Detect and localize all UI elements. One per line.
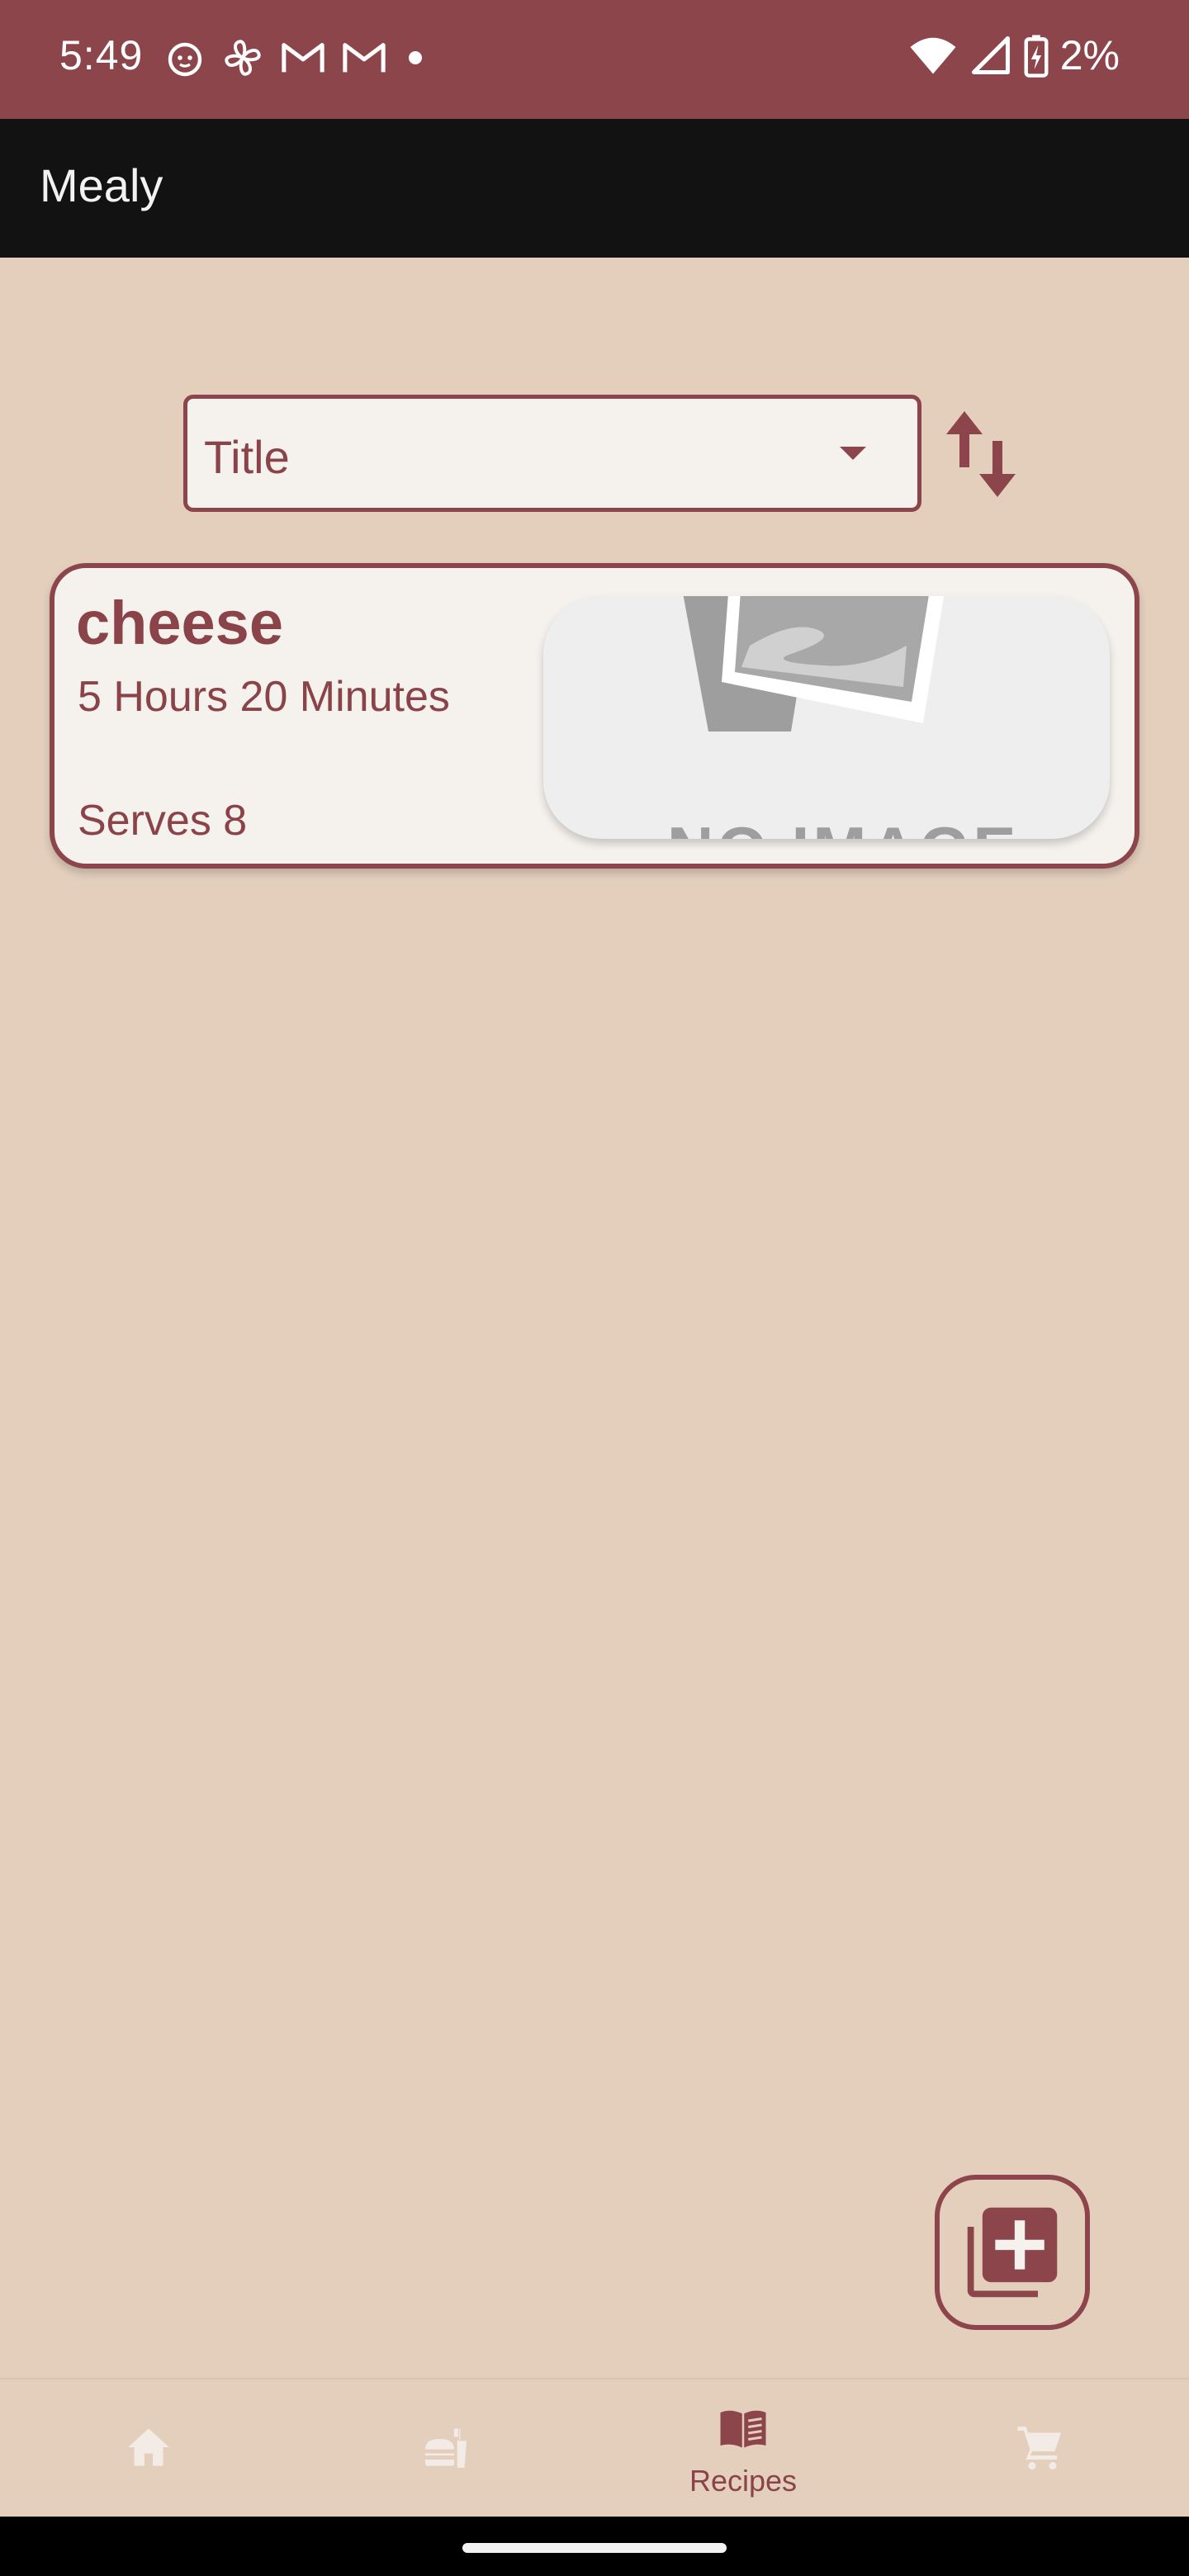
- cart-icon: [1017, 2427, 1061, 2469]
- recipes-book-icon: [720, 2410, 766, 2448]
- recipe-image-placeholder: NO IMAGE: [543, 596, 1110, 839]
- home-gesture-handle[interactable]: [462, 2543, 727, 2553]
- signal-icon: [971, 36, 1010, 74]
- meals-icon: [425, 2428, 467, 2468]
- dot-icon: [409, 51, 422, 64]
- library-add-icon: [967, 2207, 1058, 2298]
- dropdown-caret-icon: [840, 447, 866, 460]
- wifi-icon: [910, 37, 956, 74]
- status-bar: 5:49 2%: [0, 0, 1189, 119]
- battery-charging-icon: [1024, 35, 1049, 78]
- bottom-navigation: Recipes: [0, 2378, 1189, 2517]
- fan-notification-icon: [225, 40, 261, 76]
- nav-recipes-label: Recipes: [689, 2464, 798, 2498]
- nav-meals[interactable]: [297, 2379, 594, 2518]
- gmail-icon: [282, 43, 324, 73]
- home-icon: [128, 2428, 169, 2466]
- app-title: Mealy: [40, 159, 163, 211]
- recipe-time: 5 Hours 20 Minutes: [78, 673, 450, 721]
- nav-home[interactable]: [0, 2379, 297, 2518]
- face-notification-icon: [168, 42, 202, 77]
- gmail-icon: [343, 43, 386, 73]
- recipe-serves: Serves 8: [78, 797, 248, 845]
- sort-dropdown-value: Title: [204, 431, 290, 483]
- notification-icons: [165, 36, 428, 79]
- recipe-title: cheese: [76, 589, 283, 657]
- app-bar: Mealy: [0, 119, 1189, 258]
- no-image-icon: [683, 596, 945, 732]
- no-image-text: NO IMAGE: [667, 812, 1019, 839]
- nav-cart[interactable]: [892, 2379, 1189, 2518]
- recipe-card[interactable]: cheese 5 Hours 20 Minutes Serves 8 NO IM…: [50, 563, 1139, 869]
- nav-recipes[interactable]: Recipes: [594, 2379, 892, 2518]
- sort-order-button[interactable]: [941, 405, 1021, 504]
- system-navigation-bar: [0, 2517, 1189, 2576]
- add-recipe-button[interactable]: [935, 2175, 1090, 2330]
- status-time: 5:49: [59, 32, 144, 78]
- sort-dropdown[interactable]: Title: [183, 395, 921, 512]
- swap-vertical-icon: [946, 411, 1016, 497]
- battery-percentage: 2%: [1059, 32, 1120, 78]
- system-icons: 2%: [908, 31, 1120, 79]
